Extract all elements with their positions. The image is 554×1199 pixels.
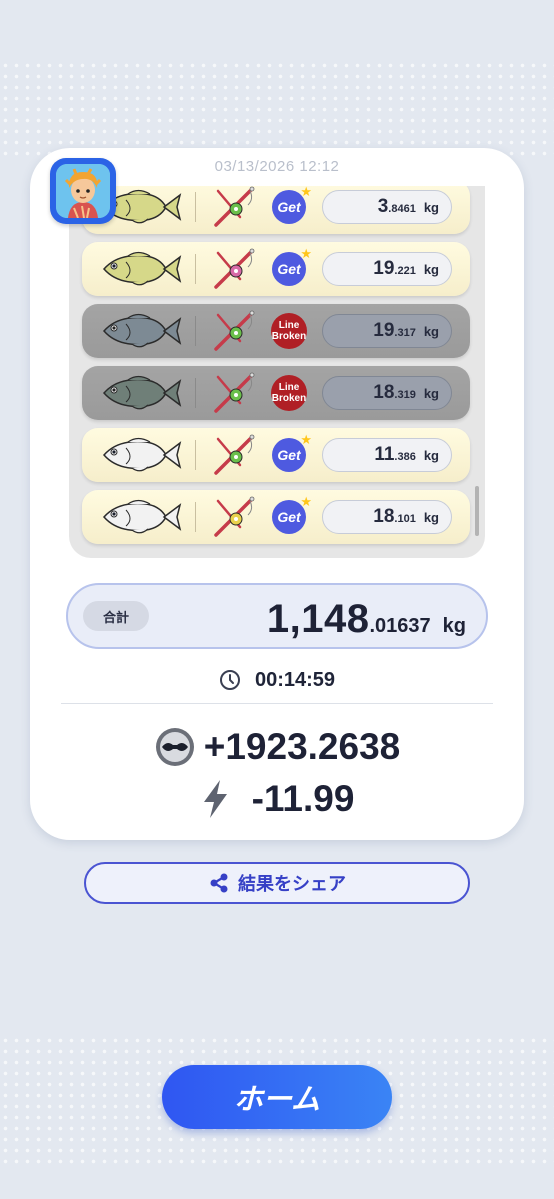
catch-weight-unit: kg bbox=[423, 510, 439, 525]
badge-line2: Broken bbox=[271, 393, 307, 404]
row-separator bbox=[195, 502, 196, 532]
total-weight-dec: .01637 bbox=[369, 615, 431, 637]
background-dots-top bbox=[0, 60, 554, 160]
badge-line2: Broken bbox=[271, 331, 307, 342]
yellow-fishing-rod-icon bbox=[210, 495, 258, 539]
share-icon bbox=[210, 873, 228, 893]
catch-weight-unit: kg bbox=[423, 324, 439, 339]
get-badge: Get bbox=[272, 186, 312, 224]
coin-reward-row: +1923.2638 bbox=[30, 724, 524, 770]
catch-weight-unit: kg bbox=[423, 448, 439, 463]
catch-weight: 11.386 kg bbox=[322, 438, 452, 472]
get-badge: Get bbox=[272, 494, 312, 534]
yellowtail-fish-icon bbox=[98, 309, 182, 353]
catch-row: Line Broken 18.319 kg bbox=[82, 366, 470, 420]
badge-line1: Line bbox=[278, 382, 300, 393]
row-separator bbox=[195, 254, 196, 284]
catch-weight-unit: kg bbox=[423, 386, 439, 401]
total-weight-value: 1,148.01637 kg bbox=[267, 597, 466, 642]
pink-fishing-rod-icon bbox=[210, 247, 258, 291]
catch-weight-dec: .101 bbox=[394, 513, 416, 525]
villager-avatar-icon bbox=[56, 164, 110, 218]
catch-weight-int: 18 bbox=[373, 382, 395, 403]
green-fishing-rod-icon bbox=[210, 371, 258, 415]
coin-icon bbox=[155, 728, 194, 766]
salmon-fish-icon bbox=[98, 371, 182, 415]
elapsed-time: 00:14:59 bbox=[254, 668, 336, 691]
green-fishing-rod-icon bbox=[210, 186, 258, 229]
grouper-fish-icon bbox=[98, 433, 182, 477]
catch-weight-unit: kg bbox=[423, 262, 439, 277]
home-button-label: ホーム bbox=[233, 1084, 321, 1116]
catch-weight-dec: .386 bbox=[394, 451, 416, 463]
coin-reward-value: +1923.2638 bbox=[203, 726, 401, 767]
green-fishing-rod-icon bbox=[210, 309, 258, 353]
elapsed-time-row: 00:14:59 bbox=[30, 666, 524, 694]
row-separator bbox=[195, 440, 196, 470]
catch-list[interactable]: Get 3.8461kg Get 19.221kg bbox=[69, 186, 485, 558]
catch-row: Get 18.101 kg bbox=[82, 490, 470, 544]
catch-weight: 19.317 kg bbox=[322, 314, 452, 348]
total-label: 合計 bbox=[83, 601, 149, 631]
total-weight-unit: kg bbox=[442, 615, 466, 637]
catch-weight-int: 19 bbox=[373, 320, 395, 341]
catch-weight-int: 19 bbox=[373, 258, 395, 279]
catch-weight: 18.319 kg bbox=[322, 376, 452, 410]
line-broken-badge: Line Broken bbox=[271, 375, 307, 411]
catch-row: Line Broken 19.317 kg bbox=[82, 304, 470, 358]
share-result-button[interactable]: 結果をシェア bbox=[84, 862, 470, 904]
catch-weight-unit: kg bbox=[423, 200, 439, 215]
green-fishing-rod-icon bbox=[210, 433, 258, 477]
catch-weight: 18.101 kg bbox=[322, 500, 452, 534]
divider bbox=[61, 703, 493, 704]
row-separator bbox=[195, 378, 196, 408]
get-badge: Get bbox=[272, 432, 312, 472]
home-button[interactable]: ホーム bbox=[162, 1065, 392, 1129]
catch-row: Get 19.221 kg bbox=[82, 242, 470, 296]
catch-weight: 3.8461 kg bbox=[322, 190, 452, 224]
catch-weight-dec: .221 bbox=[394, 265, 416, 277]
catch-weight: 19.221 kg bbox=[322, 252, 452, 286]
energy-cost-row: -11.99 bbox=[30, 776, 524, 822]
catch-row: Get 3.8461 kg bbox=[82, 186, 470, 234]
clock-icon bbox=[219, 670, 240, 690]
grouper-fish-icon bbox=[98, 495, 182, 539]
lightning-icon bbox=[203, 780, 227, 818]
catch-list-scrollbar[interactable] bbox=[475, 486, 479, 536]
avatar[interactable] bbox=[50, 158, 116, 224]
catch-weight-int: 3 bbox=[377, 196, 389, 217]
catch-weight-dec: .8461 bbox=[388, 203, 416, 215]
energy-cost-value: -11.99 bbox=[251, 778, 355, 819]
bass-fish-icon bbox=[98, 247, 182, 291]
row-separator bbox=[195, 316, 196, 346]
badge-line1: Line bbox=[278, 320, 300, 331]
total-weight-box: 合計 1,148.01637 kg bbox=[66, 583, 488, 649]
catch-weight-int: 18 bbox=[373, 506, 395, 527]
catch-weight-dec: .317 bbox=[394, 327, 416, 339]
row-separator bbox=[195, 192, 196, 222]
share-button-label: 結果をシェア bbox=[238, 874, 346, 894]
result-card: 03/13/2026 12:12 Get ★ 3.8461 kg Get ★ 1… bbox=[30, 148, 524, 840]
catch-weight-dec: .319 bbox=[394, 389, 416, 401]
catch-row: Get 11.386 kg bbox=[82, 428, 470, 482]
line-broken-badge: Line Broken bbox=[271, 313, 307, 349]
catch-weight-int: 11 bbox=[374, 444, 395, 465]
total-weight-int: 1,148 bbox=[266, 597, 370, 641]
get-badge: Get bbox=[272, 246, 312, 286]
